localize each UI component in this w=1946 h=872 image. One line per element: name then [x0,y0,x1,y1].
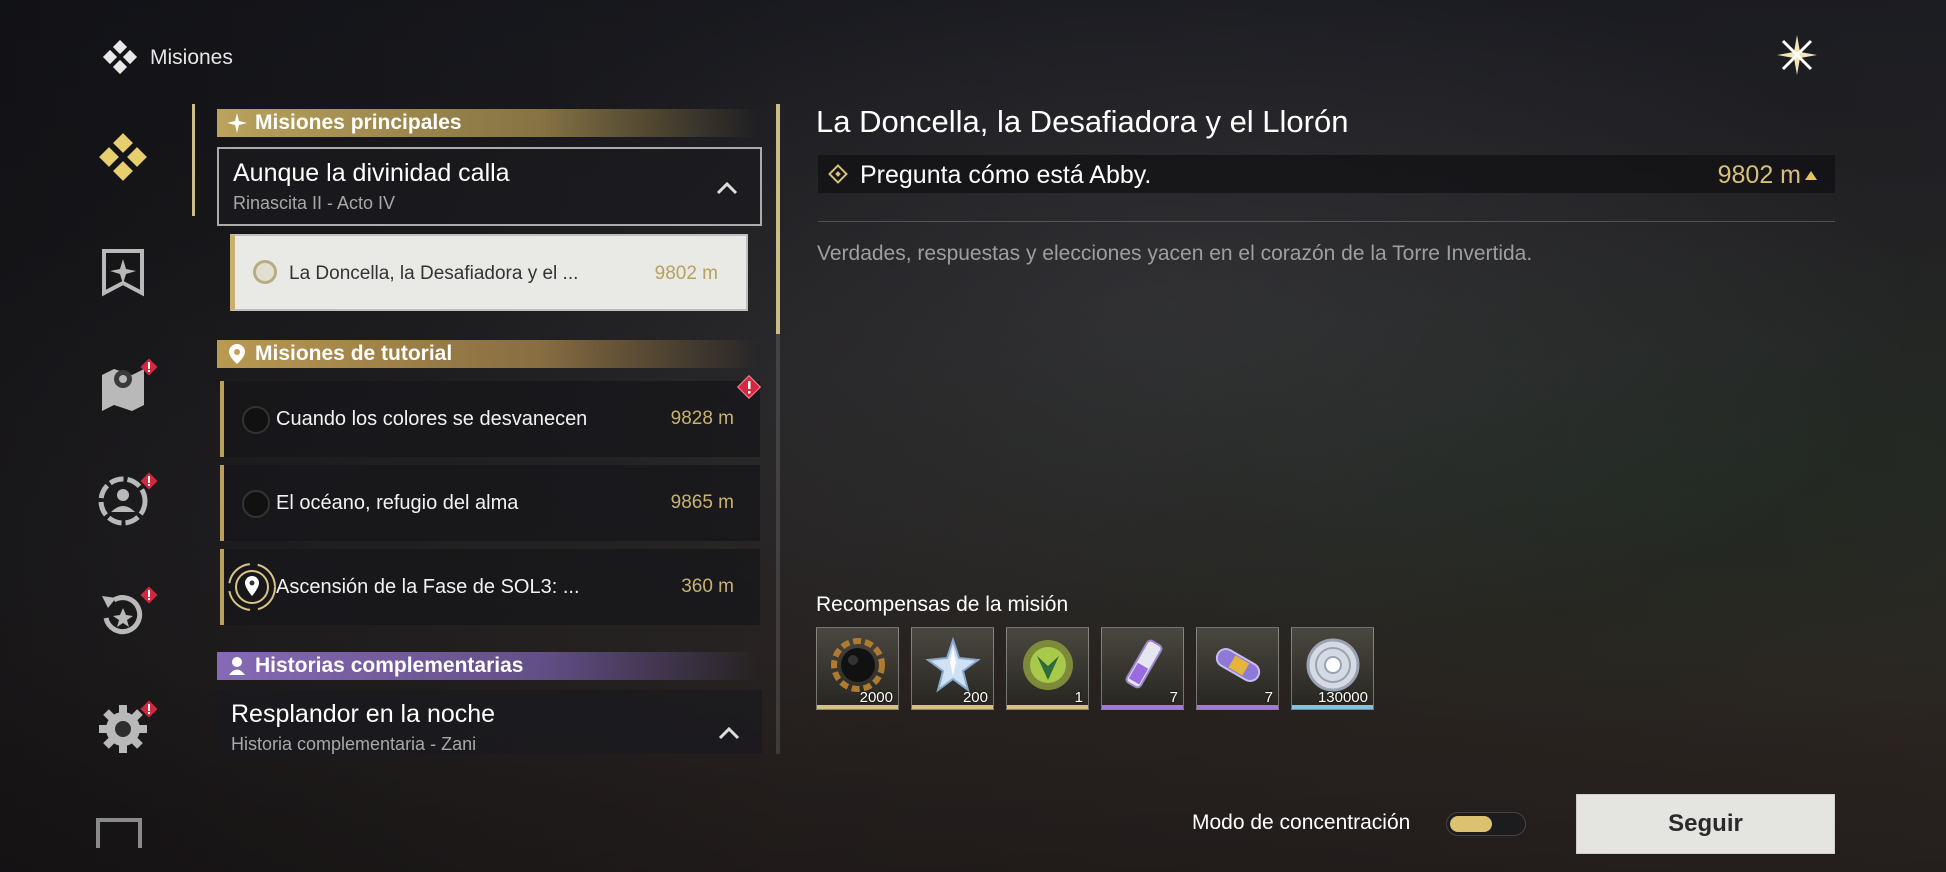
quest-distance: 9802 m [654,263,718,284]
star-crystal-icon [925,636,981,693]
reward-item[interactable]: 2000 [816,627,899,710]
reward-item[interactable]: 7 [1196,627,1279,710]
objective-distance: 9802 m [1717,161,1801,189]
dark-gear-orb-icon [831,638,885,692]
reward-item[interactable]: 200 [911,627,994,710]
rarity-bar [1292,705,1373,709]
close-button[interactable] [1772,30,1822,80]
focus-mode-toggle[interactable] [1446,812,1526,836]
quest-item[interactable]: Cuando los colores se desvanecen 9828 m [220,381,760,457]
quest-item-tracked[interactable]: Ascensión de la Fase de SOL3: ... 360 m [220,549,760,625]
section-header-tutorial: Misiones de tutorial [217,340,757,368]
quest-title: La Doncella, la Desafiadora y el ... [289,263,579,284]
quest-item-selected[interactable]: La Doncella, la Desafiadora y el ... 980… [230,234,748,311]
close-star-icon [1777,35,1817,75]
page-title: Misiones [150,46,233,69]
rarity-bar [912,705,993,709]
rarity-bar [1102,705,1183,709]
rarity-bar [1197,705,1278,709]
person-icon [225,654,249,678]
quest-item[interactable]: El océano, refugio del alma 9865 m [220,465,760,541]
sidebar-item-events[interactable] [92,584,158,646]
section-header-side-stories: Historias complementarias [217,652,757,680]
elevation-up-icon [1805,171,1817,180]
sidebar-item-achievements[interactable] [92,242,154,304]
chapter-card-side[interactable]: Resplandor en la noche Historia compleme… [217,690,762,754]
rewards-label: Recompensas de la misión [816,593,1069,616]
quest-status-circle-icon [242,490,270,518]
alert-badge-icon [140,700,158,718]
reward-item[interactable]: 7 [1101,627,1184,710]
alert-badge-icon [736,374,762,400]
scrollbar-thumb[interactable] [776,104,780,334]
sidebar-item-map[interactable] [92,356,158,418]
tracking-pin-icon [228,563,276,611]
quest-title: El océano, refugio del alma [276,492,519,514]
banner-icon [102,249,144,297]
section-label: Historias complementarias [255,654,524,677]
quest-detail-title: La Doncella, la Desafiadora y el Llorón [816,104,1349,139]
reward-item[interactable]: 130000 [1291,627,1374,710]
reward-quantity: 130000 [1317,689,1368,706]
reward-quantity: 200 [962,689,988,706]
diamond-cluster-icon [102,40,138,75]
reward-quantity: 7 [1264,689,1273,706]
sidebar-item-settings[interactable] [92,698,158,760]
active-indicator [192,104,195,216]
quest-distance: 9828 m [670,408,734,429]
sidebar-item-quests[interactable] [92,128,154,190]
rarity-bar [817,705,898,709]
silver-coin-icon [1306,638,1360,692]
chevron-up-icon [718,726,740,740]
objective-diamond-icon [828,164,848,184]
quest-title: Ascensión de la Fase de SOL3: ... [276,576,580,598]
objective-row[interactable]: Pregunta cómo está Abby. 9802 m [818,155,1835,193]
location-pin-icon [225,342,249,366]
chapter-title: Aunque la divinidad calla [233,159,510,187]
quest-title: Cuando los colores se desvanecen [276,408,588,430]
chevron-up-icon [716,181,738,195]
alert-badge-icon [140,472,158,490]
divider [818,221,1835,222]
green-emblem-icon [1023,640,1073,690]
section-header-main-quests: Misiones principales [217,109,757,137]
sparkle-icon [225,111,249,135]
chapter-subtitle: Historia complementaria - Zani [231,734,477,754]
alert-badge-icon [140,586,158,604]
chapter-card-main[interactable]: Aunque la divinidad calla Rinascita II -… [217,147,762,226]
chapter-subtitle: Rinascita II - Acto IV [233,193,396,213]
chapter-title: Resplandor en la noche [231,700,496,728]
reward-item[interactable]: 1 [1006,627,1089,710]
objective-text: Pregunta cómo está Abby. [860,161,1152,189]
focus-mode-label: Modo de concentración [1192,811,1411,834]
quest-distance: 360 m [681,576,734,597]
purple-vial-icon [1125,639,1163,689]
reward-quantity: 1 [1074,689,1083,706]
quest-distance: 9865 m [670,492,734,513]
quest-status-circle-icon [242,406,270,434]
sidebar-item-character[interactable] [92,470,158,532]
quest-status-circle-icon [253,260,277,284]
quest-description: Verdades, respuestas y elecciones yacen … [817,242,1533,265]
rarity-bar [1007,705,1088,709]
reward-quantity: 2000 [859,689,893,706]
diamond-cluster-icon [99,133,147,181]
section-label: Misiones principales [255,111,462,134]
sidebar-item-more[interactable] [96,818,142,848]
follow-button[interactable]: Seguir [1576,794,1835,854]
toggle-knob [1450,816,1492,832]
reward-quantity: 7 [1169,689,1178,706]
section-label: Misiones de tutorial [255,342,453,365]
alert-badge-icon [140,358,158,376]
purple-capsule-icon [1215,648,1261,682]
